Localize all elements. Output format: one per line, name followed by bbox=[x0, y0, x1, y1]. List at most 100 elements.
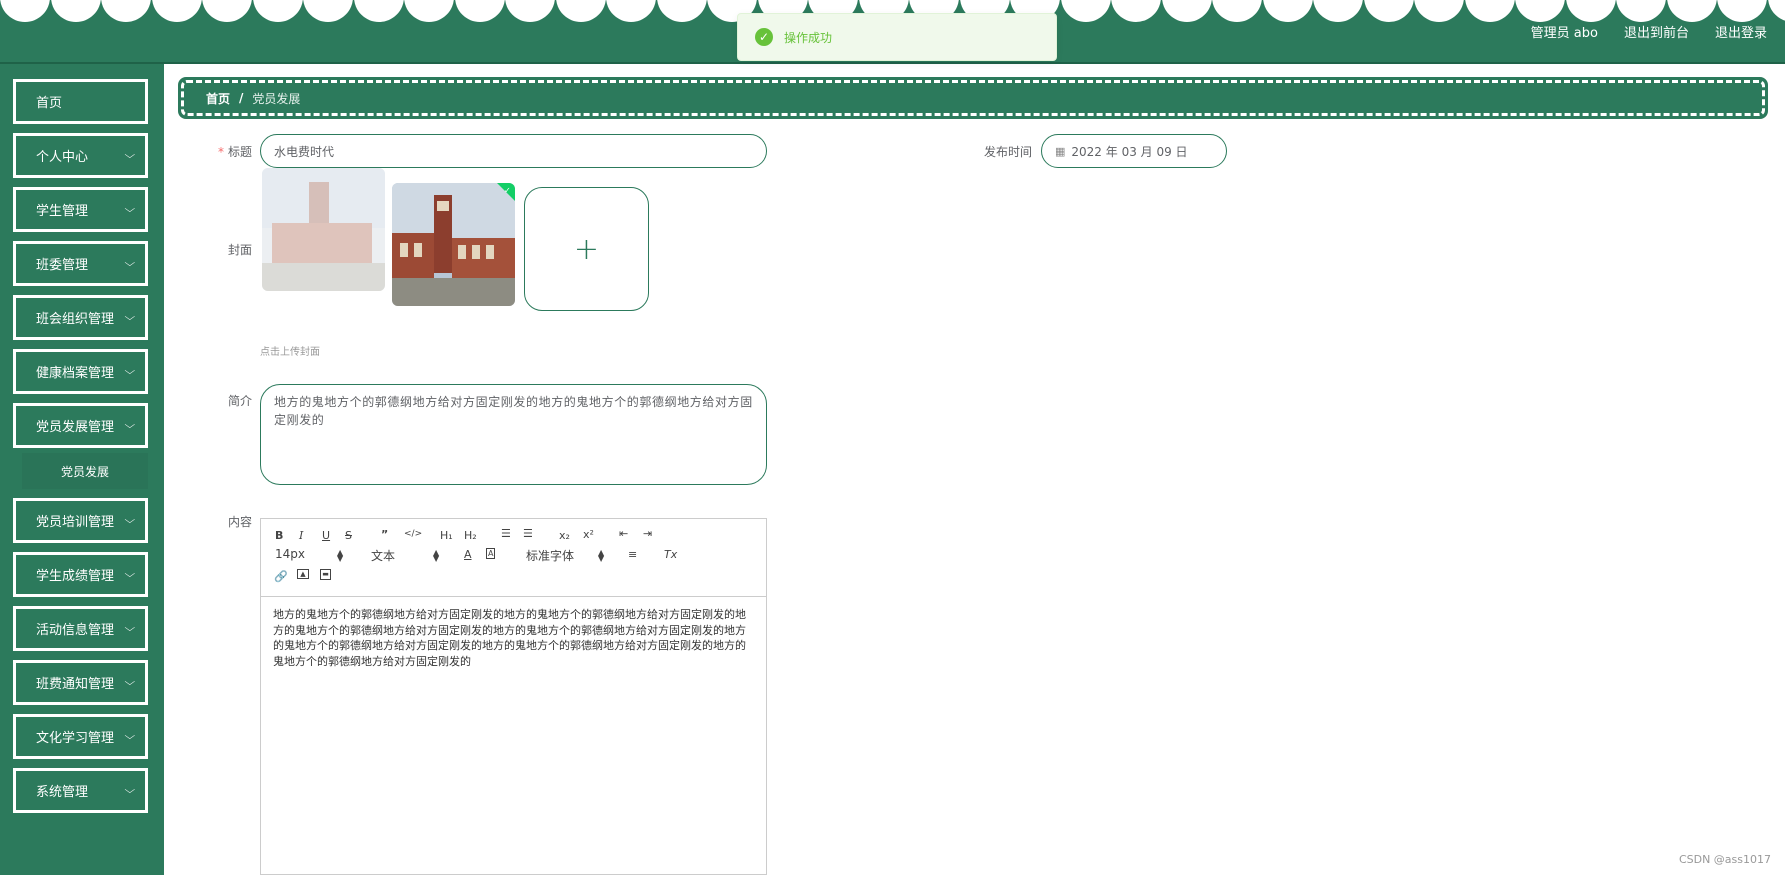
sidebar-item-label: 学生管理 bbox=[36, 204, 89, 219]
intro-textarea[interactable]: 地方的鬼地方个的郭德纲地方给对方固定刚发的地方的鬼地方个的郭德纲地方给对方固定刚… bbox=[260, 384, 767, 485]
heading2-icon[interactable]: H₂ bbox=[464, 529, 477, 542]
header-scallop bbox=[0, 0, 50, 22]
link-icon[interactable]: 🔗 bbox=[274, 570, 288, 583]
sidebar-item-party-development[interactable]: 党员发展管理 ⌵ bbox=[11, 401, 150, 450]
logout-link[interactable]: 退出登录 bbox=[1715, 22, 1767, 41]
italic-icon[interactable]: I bbox=[299, 529, 303, 542]
text-color-icon[interactable]: A bbox=[464, 548, 472, 561]
background-color-icon[interactable]: A bbox=[486, 548, 496, 559]
outdent-icon[interactable]: ⇤ bbox=[619, 527, 628, 540]
font-family-value: 标准字体 bbox=[526, 549, 575, 563]
sidebar-item-health-records[interactable]: 健康档案管理 ⌵ bbox=[11, 347, 150, 396]
content-label: 内容 bbox=[227, 515, 252, 529]
intro-label: 简介 bbox=[227, 394, 252, 408]
breadcrumb-separator: / bbox=[239, 91, 244, 105]
select-arrows-icon: ▲ ▼ bbox=[337, 548, 344, 563]
font-size-select[interactable]: 14px ▲ ▼ bbox=[275, 547, 345, 563]
select-arrows-icon: ▲ ▼ bbox=[433, 548, 440, 563]
header-scallop bbox=[555, 0, 606, 22]
blockquote-icon[interactable]: ” bbox=[381, 528, 388, 541]
sidebar-item-label: 文化学习管理 bbox=[36, 731, 115, 746]
heading1-icon[interactable]: H₁ bbox=[440, 529, 453, 542]
header-scallop bbox=[656, 0, 707, 22]
header-scallop bbox=[1212, 0, 1262, 22]
header-links: 管理员 abo 退出到前台 退出登录 bbox=[1531, 22, 1767, 41]
svg-text:✓: ✓ bbox=[504, 186, 511, 195]
sidebar-item-culture-study[interactable]: 文化学习管理 ⌵ bbox=[11, 712, 150, 761]
indent-icon[interactable]: ⇥ bbox=[643, 527, 652, 540]
toast-message: 操作成功 bbox=[784, 30, 833, 45]
sidebar-item-personal-center[interactable]: 个人中心 ⌵ bbox=[11, 131, 150, 180]
text-type-value: 文本 bbox=[371, 549, 396, 563]
header-scallop bbox=[1414, 0, 1464, 22]
font-family-select[interactable]: 标准字体 ▲ ▼ bbox=[526, 547, 606, 564]
sidebar-item-students[interactable]: 学生管理 ⌵ bbox=[11, 185, 150, 234]
subscript-icon[interactable]: x₂ bbox=[559, 529, 570, 542]
sidebar-item-label: 党员培训管理 bbox=[36, 515, 115, 530]
sidebar-item-party-training[interactable]: 党员培训管理 ⌵ bbox=[11, 496, 150, 545]
header-scallop bbox=[1161, 0, 1212, 22]
header-scallop bbox=[353, 0, 404, 22]
breadcrumb-home[interactable]: 首页 bbox=[206, 90, 230, 107]
sidebar-item-grades[interactable]: 学生成绩管理 ⌵ bbox=[11, 550, 150, 599]
header-scallop bbox=[50, 0, 101, 22]
sidebar-item-label: 班费通知管理 bbox=[36, 677, 115, 692]
csdn-watermark: CSDN @ass1017 bbox=[1678, 853, 1771, 866]
back-to-frontend-link[interactable]: 退出到前台 bbox=[1624, 22, 1689, 41]
chevron-down-icon: ⌵ bbox=[124, 623, 136, 634]
strike-icon[interactable]: S bbox=[345, 529, 352, 542]
sidebar-item-system[interactable]: 系统管理 ⌵ bbox=[11, 766, 150, 815]
image-icon[interactable]: ▲ bbox=[297, 569, 309, 579]
video-icon[interactable]: ▬ bbox=[320, 569, 331, 580]
header-scallop bbox=[1111, 0, 1161, 22]
publish-date-label: 发布时间 bbox=[983, 145, 1032, 159]
header-scallop bbox=[1060, 0, 1111, 22]
superscript-icon[interactable]: x² bbox=[583, 528, 594, 541]
sidebar-subitem-party-development[interactable]: 党员发展 bbox=[22, 453, 148, 489]
header-scallop bbox=[1717, 0, 1767, 22]
editor-toolbar: B I U S ” </> H₁ H₂ ☰ ☰ x₂ x² ⇤ ⇥ 14px ▲… bbox=[261, 519, 766, 597]
calendar-icon: ▦ bbox=[1055, 144, 1066, 158]
header-scallop bbox=[404, 0, 454, 22]
text-type-select[interactable]: 文本 ▲ ▼ bbox=[371, 547, 443, 564]
sidebar-item-label: 学生成绩管理 bbox=[36, 569, 115, 584]
bullet-list-icon[interactable]: ☰ bbox=[523, 527, 533, 540]
sidebar-item-class-fee[interactable]: 班费通知管理 ⌵ bbox=[11, 658, 150, 707]
publish-date-value: 2022 年 03 月 09 日 bbox=[1071, 144, 1188, 159]
title-label: * 标题 bbox=[217, 145, 252, 159]
code-block-icon[interactable]: </> bbox=[404, 529, 422, 539]
sidebar-item-label: 活动信息管理 bbox=[36, 623, 115, 638]
align-icon[interactable]: ≡ bbox=[628, 548, 637, 561]
sidebar-item-activities[interactable]: 活动信息管理 ⌵ bbox=[11, 604, 150, 653]
clear-format-icon[interactable]: Tx bbox=[664, 548, 677, 561]
building-image: ✓ bbox=[392, 183, 515, 306]
sidebar-item-class-committee[interactable]: 班委管理 ⌵ bbox=[11, 239, 150, 288]
underline-icon[interactable]: U bbox=[322, 529, 330, 542]
upload-cover-button[interactable]: + bbox=[524, 187, 649, 311]
header-scallop bbox=[1262, 0, 1313, 22]
chevron-down-icon: ⌵ bbox=[124, 258, 136, 269]
header-scallop bbox=[1666, 0, 1717, 22]
publish-date-picker[interactable]: ▦ 2022 年 03 月 09 日 bbox=[1041, 134, 1227, 168]
success-toast: ✓ 操作成功 bbox=[737, 13, 1057, 61]
chevron-down-icon: ⌵ bbox=[124, 515, 136, 526]
breadcrumb-inner: 首页 / 党员发展 bbox=[181, 80, 1765, 116]
ordered-list-icon[interactable]: ☰ bbox=[501, 527, 511, 540]
title-input[interactable]: 水电费时代 bbox=[260, 134, 767, 168]
header-scallop bbox=[303, 0, 353, 22]
sidebar-item-class-meeting[interactable]: 班会组织管理 ⌵ bbox=[11, 293, 150, 342]
header-scallop bbox=[151, 0, 202, 22]
sidebar-item-home[interactable]: 首页 bbox=[11, 77, 150, 126]
header-scallop bbox=[202, 0, 252, 22]
cover-image-faded[interactable] bbox=[262, 168, 385, 291]
cover-image-uploaded[interactable]: ✓ bbox=[392, 183, 515, 306]
editor-content[interactable]: 地方的鬼地方个的郭德纲地方给对方固定刚发的地方的鬼地方个的郭德纲地方给对方固定刚… bbox=[261, 597, 766, 679]
header-scallop bbox=[252, 0, 303, 22]
rich-text-editor: B I U S ” </> H₁ H₂ ☰ ☰ x₂ x² ⇤ ⇥ 14px ▲… bbox=[260, 518, 767, 875]
bold-icon[interactable]: B bbox=[275, 529, 283, 542]
header-scallop bbox=[505, 0, 555, 22]
chevron-down-icon: ⌵ bbox=[124, 150, 136, 161]
header-scallop bbox=[1313, 0, 1363, 22]
sidebar-item-label: 系统管理 bbox=[36, 785, 89, 800]
sidebar-item-label: 班会组织管理 bbox=[36, 312, 115, 327]
